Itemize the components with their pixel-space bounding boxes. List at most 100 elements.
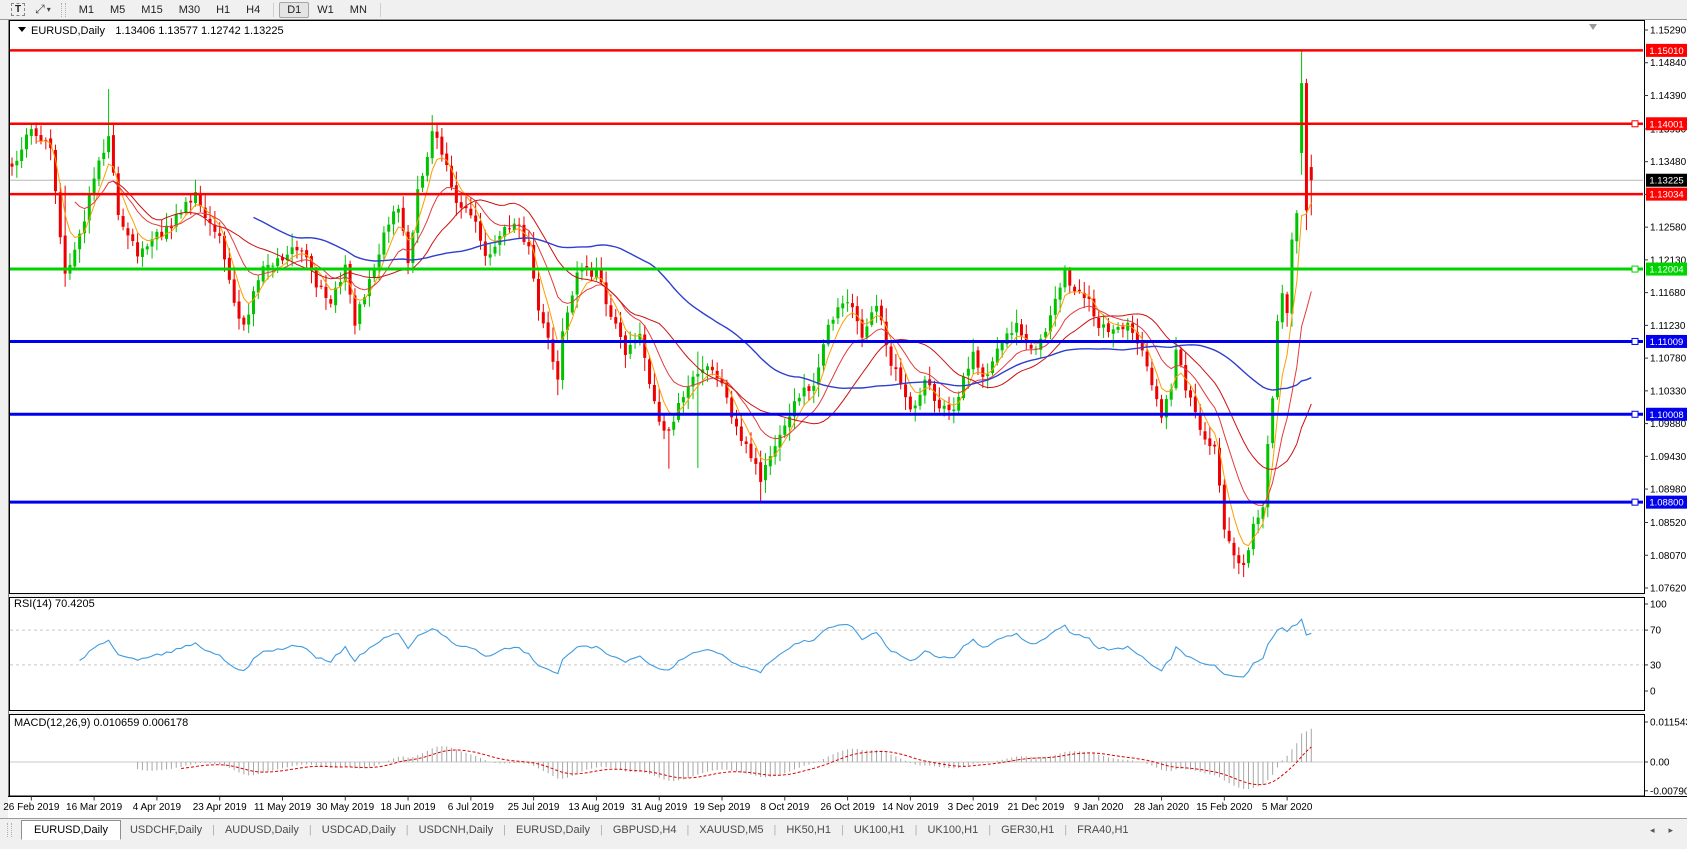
timeframe-h4-button[interactable]: H4: [238, 2, 268, 18]
tab-eurusd-daily-0[interactable]: EURUSD,Daily: [21, 820, 121, 840]
candle-body: [619, 322, 622, 337]
candle-body: [812, 386, 815, 391]
candle-body: [948, 405, 951, 410]
chart-tab-bar: EURUSD,DailyUSDCHF,Daily|AUDUSD,Daily|US…: [0, 818, 1687, 841]
chart-title: EURUSD,Daily1.13406 1.13577 1.12742 1.13…: [18, 25, 284, 37]
tab-uk100-h1-10[interactable]: UK100,H1: [918, 821, 987, 839]
hline-handle[interactable]: [1632, 266, 1638, 272]
candle-body: [696, 374, 699, 377]
candle-body: [334, 288, 337, 305]
timeframe-w1-button[interactable]: W1: [309, 2, 342, 18]
timeframe-m30-button[interactable]: M30: [171, 2, 208, 18]
candle-body: [624, 335, 627, 355]
candle-body: [1290, 240, 1293, 314]
macd-scale-label: -0.007908: [1650, 786, 1687, 797]
tab-uk100-h1-9[interactable]: UK100,H1: [845, 821, 914, 839]
tab-usdcad-daily-3[interactable]: USDCAD,Daily: [313, 821, 405, 839]
price-badge-1.10008: 1.10008: [1646, 408, 1687, 421]
candle-body: [324, 287, 327, 298]
candle-body: [1271, 398, 1274, 443]
candle-body: [1204, 431, 1207, 439]
candle-body: [126, 228, 129, 235]
hline-handle[interactable]: [1632, 411, 1638, 417]
candle-body: [556, 361, 559, 379]
candle-body: [73, 250, 76, 267]
price-badge-label: 1.12004: [1649, 265, 1683, 276]
double-arrow-icon: ⤢: [35, 2, 45, 17]
tab-xauusd-m5-7[interactable]: XAUUSD,M5: [690, 821, 772, 839]
toolbar-separator: [380, 3, 381, 17]
date-tick-label: 28 Jan 2020: [1134, 802, 1189, 813]
chart-title-symbol: EURUSD,Daily: [31, 25, 105, 37]
candle-body: [822, 344, 825, 365]
date-tick-label: 21 Dec 2019: [1008, 802, 1065, 813]
candle-body: [93, 178, 96, 193]
candle-body: [894, 367, 897, 369]
tabbar-grip: [7, 823, 12, 837]
candle-body: [15, 161, 18, 165]
candle-body: [402, 208, 405, 231]
candle-body: [1107, 323, 1110, 332]
candle-body: [387, 225, 390, 232]
tab-hk50-h1-8[interactable]: HK50,H1: [777, 821, 840, 839]
candle-body: [1228, 531, 1231, 541]
date-tick-label: 23 Apr 2019: [193, 802, 247, 813]
candle-body: [295, 247, 298, 250]
panel-splitter[interactable]: [9, 594, 1644, 597]
tab-usdcnh-daily-4[interactable]: USDCNH,Daily: [410, 821, 503, 839]
timeframe-m15-button[interactable]: M15: [133, 2, 170, 18]
candle-body: [1001, 343, 1004, 351]
candle-body: [513, 224, 516, 230]
candle-body: [706, 366, 709, 370]
candle-body: [846, 302, 849, 303]
chart-canvas[interactable]: EURUSD,Daily1.13406 1.13577 1.12742 1.13…: [0, 0, 1687, 818]
tab-ger30-h1-11[interactable]: GER30,H1: [992, 821, 1063, 839]
hline-handle[interactable]: [1632, 338, 1638, 344]
candle-body: [1010, 333, 1013, 335]
timeframe-mn-button[interactable]: MN: [342, 2, 375, 18]
price-tick-label: 1.08070: [1650, 551, 1687, 562]
date-tick-label: 3 Dec 2019: [948, 802, 1000, 813]
tab-usdchf-daily-1[interactable]: USDCHF,Daily: [121, 821, 211, 839]
candle-body: [1126, 323, 1129, 331]
hline-handle[interactable]: [1632, 499, 1638, 505]
candle-body: [353, 295, 356, 325]
candle-body: [1155, 386, 1158, 399]
candle-body: [1146, 352, 1149, 367]
chart-tabs: EURUSD,DailyUSDCHF,Daily|AUDUSD,Daily|US…: [17, 820, 1138, 840]
candle-body: [542, 312, 545, 323]
candle-body: [1281, 293, 1284, 322]
candle-body: [981, 367, 984, 376]
price-badge-1.14001: 1.14001: [1646, 117, 1687, 130]
date-tick-label: 18 Jun 2019: [381, 802, 436, 813]
macd-indicator-label: MACD(12,26,9) 0.010659 0.006178: [14, 717, 188, 729]
price-tick-label: 1.07620: [1650, 584, 1687, 595]
candle-body: [494, 247, 497, 254]
tab-scroll-left-icon[interactable]: ◂: [1650, 825, 1655, 836]
candle-body: [841, 303, 844, 308]
text-tool-button[interactable]: T: [7, 2, 29, 18]
timeframe-m1-button[interactable]: M1: [71, 2, 102, 18]
timeframe-m5-button[interactable]: M5: [102, 2, 133, 18]
date-tick-label: 14 Nov 2019: [882, 802, 939, 813]
timeframe-d1-button[interactable]: D1: [279, 2, 309, 18]
candle-body: [803, 388, 806, 397]
candle-body: [397, 209, 400, 213]
candle-body: [30, 129, 33, 136]
tab-fra40-h1-12[interactable]: FRA40,H1: [1068, 821, 1137, 839]
tab-gbpusd-h4-6[interactable]: GBPUSD,H4: [604, 821, 686, 839]
tab-scroll-right-icon[interactable]: ▸: [1668, 825, 1673, 836]
tab-eurusd-daily-5[interactable]: EURUSD,Daily: [507, 821, 599, 839]
candle-body: [1059, 288, 1062, 300]
candle-body: [1189, 390, 1192, 397]
tab-audusd-daily-2[interactable]: AUDUSD,Daily: [216, 821, 308, 839]
arrows-tool-button[interactable]: ⤢ ▾: [31, 2, 55, 18]
candle-body: [856, 306, 859, 321]
timeframe-h1-button[interactable]: H1: [208, 2, 238, 18]
candle-body: [440, 137, 443, 155]
price-tick-label: 1.08520: [1650, 518, 1687, 529]
hline-handle[interactable]: [1632, 121, 1638, 127]
candle-body: [97, 161, 100, 180]
candle-body: [759, 462, 762, 482]
candle-body: [320, 286, 323, 287]
